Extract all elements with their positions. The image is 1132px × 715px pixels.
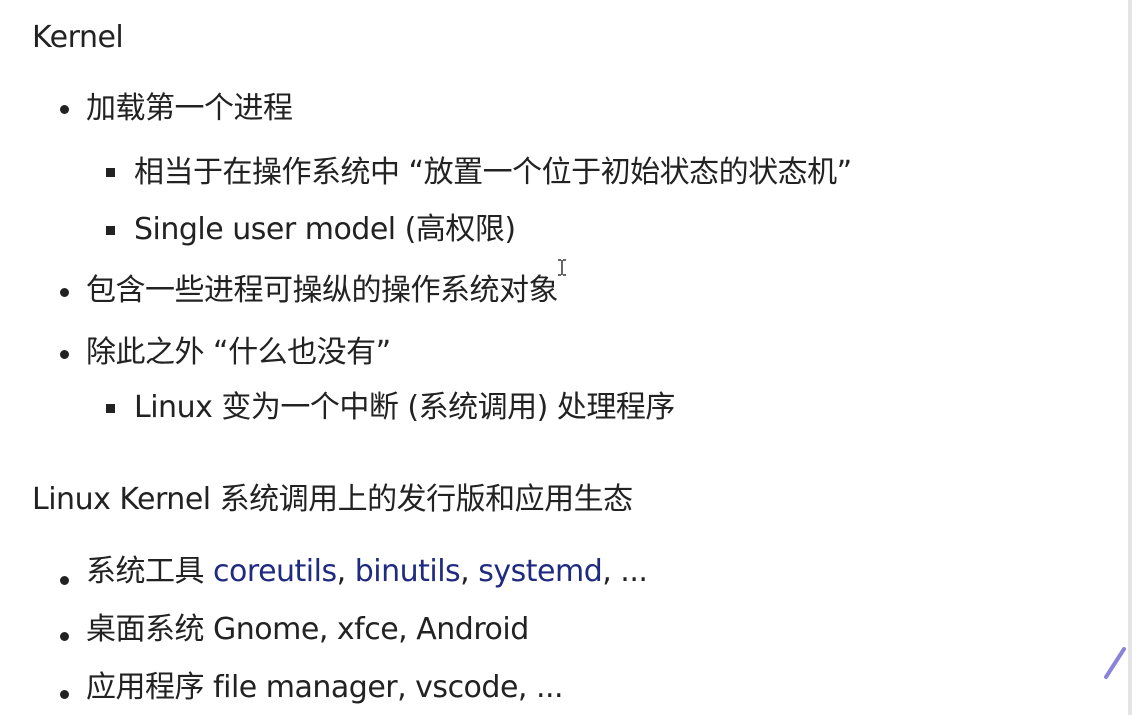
separator: , (460, 554, 479, 589)
list-item-desktop-systems: 桌面系统 Gnome, xfce, Android (86, 612, 529, 648)
desktop-systems-label: 桌面系统 (86, 612, 214, 647)
section-title-ecosystem: Linux Kernel 系统调用上的发行版和应用生态 (32, 482, 633, 517)
list-item-system-tools: 系统工具 coreutils, binutils, systemd, ... (86, 554, 648, 590)
section-title-kernel: Kernel (32, 20, 124, 55)
list-item-os-objects: 包含一些进程可操纵的操作系统对象 (86, 273, 559, 308)
bullet-dot (60, 350, 69, 359)
separator: , (336, 554, 355, 589)
list-item-load-first-process: 加载第一个进程 (86, 91, 293, 126)
bullet-dot (60, 576, 69, 585)
bullet-square (106, 226, 115, 235)
bullet-dot (60, 690, 69, 699)
text-cursor-icon (558, 259, 566, 276)
sub-list-item-single-user: Single user model (高权限) (134, 212, 516, 247)
sub-list-item-state-machine: 相当于在操作系统中 “放置一个位于初始状态的状态机” (134, 155, 852, 190)
link-binutils[interactable]: binutils (355, 554, 461, 589)
bullet-dot (60, 105, 69, 114)
desktop-systems-examples: Gnome, xfce, Android (213, 612, 529, 647)
bullet-square (106, 404, 115, 413)
list-item-nothing-else: 除此之外 “什么也没有” (86, 335, 391, 370)
link-coreutils[interactable]: coreutils (213, 554, 337, 589)
scrollbar-edge (1128, 0, 1132, 715)
pen-stroke-icon (1104, 647, 1126, 679)
applications-examples: file manager, vscode, ... (213, 670, 564, 705)
list-item-applications: 应用程序 file manager, vscode, ... (86, 670, 564, 706)
bullet-square (106, 168, 115, 177)
bullet-dot (60, 288, 69, 297)
link-systemd[interactable]: systemd (478, 554, 603, 589)
system-tools-label: 系统工具 (86, 554, 214, 589)
applications-label: 应用程序 (86, 670, 214, 705)
ellipsis: , ... (602, 554, 648, 589)
bullet-dot (60, 632, 69, 641)
sub-list-item-interrupt-handler: Linux 变为一个中断 (系统调用) 处理程序 (134, 390, 675, 425)
